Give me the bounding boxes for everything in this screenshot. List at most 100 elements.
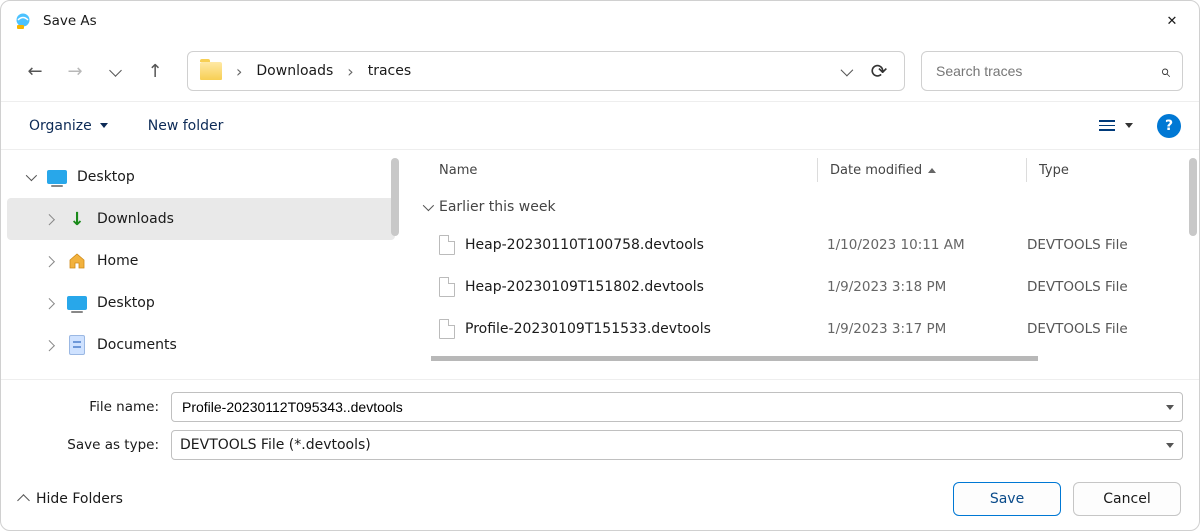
savetype-value: DEVTOOLS File (*.devtools)	[180, 437, 1160, 453]
close-button[interactable]	[1149, 1, 1195, 41]
file-name: Profile-20230109T151533.devtools	[465, 321, 827, 337]
tree-item-documents[interactable]: Documents	[7, 324, 395, 366]
file-modified: 1/9/2023 3:17 PM	[827, 321, 1027, 337]
file-row[interactable]: Profile-20230109T151533.devtools1/9/2023…	[411, 308, 1187, 350]
vertical-scrollbar[interactable]	[1189, 158, 1197, 236]
file-row[interactable]: Heap-20230109T151802.devtools1/9/2023 3:…	[411, 266, 1187, 308]
filename-label: File name:	[17, 399, 163, 415]
tree-item-label: Desktop	[77, 169, 135, 185]
savetype-combo[interactable]: DEVTOOLS File (*.devtools)	[171, 430, 1183, 460]
new-folder-button[interactable]: New folder	[138, 112, 234, 140]
title-bar: Save As	[1, 1, 1199, 41]
savetype-label: Save as type:	[17, 437, 163, 453]
tree-item-desktop[interactable]: Desktop	[7, 156, 395, 198]
file-group-header[interactable]: Earlier this week	[411, 190, 1191, 224]
new-folder-label: New folder	[148, 118, 224, 134]
header-type[interactable]: Type	[1031, 163, 1191, 178]
documents-icon	[67, 336, 87, 354]
organize-label: Organize	[29, 118, 92, 134]
cancel-button[interactable]: Cancel	[1073, 482, 1181, 516]
desktop-icon	[67, 294, 87, 312]
search-input[interactable]	[934, 62, 1160, 80]
file-type: DEVTOOLS File	[1027, 237, 1187, 253]
file-icon	[439, 277, 455, 297]
combo-caret-icon[interactable]	[1166, 405, 1174, 410]
file-icon	[439, 319, 455, 339]
up-button[interactable]	[137, 53, 173, 89]
file-row[interactable]: Heap-20230110T100758.devtools1/10/2023 1…	[411, 224, 1187, 266]
folder-tree: Desktop Downloads Home Desktop Documents	[1, 150, 401, 379]
chevron-right-icon[interactable]	[43, 299, 57, 307]
cancel-button-label: Cancel	[1103, 491, 1150, 507]
combo-caret-icon[interactable]	[1166, 443, 1174, 448]
home-icon	[67, 252, 87, 270]
organize-menu[interactable]: Organize	[19, 112, 118, 140]
tree-item-label: Home	[97, 253, 138, 269]
breadcrumb[interactable]: Downloads traces	[187, 51, 905, 91]
header-modified[interactable]: Date modified	[822, 163, 1022, 178]
tree-item-downloads[interactable]: Downloads	[7, 198, 395, 240]
file-type: DEVTOOLS File	[1027, 321, 1187, 337]
file-name: Heap-20230109T151802.devtools	[465, 279, 827, 295]
breadcrumb-separator	[337, 62, 363, 81]
hide-folders-label: Hide Folders	[36, 491, 123, 507]
header-modified-label: Date modified	[830, 163, 922, 178]
save-button[interactable]: Save	[953, 482, 1061, 516]
breadcrumb-item[interactable]: Downloads	[252, 63, 337, 79]
breadcrumb-more[interactable]	[830, 67, 860, 76]
arrow-up-icon	[147, 61, 162, 82]
search-box[interactable]	[921, 51, 1183, 91]
file-name: Heap-20230110T100758.devtools	[465, 237, 827, 253]
chevron-right-icon[interactable]	[43, 257, 57, 265]
tree-item-home[interactable]: Home	[7, 240, 395, 282]
main-area: Desktop Downloads Home Desktop Documents Nam…	[1, 149, 1199, 379]
hide-folders-toggle[interactable]: Hide Folders	[19, 491, 123, 507]
close-icon	[1167, 13, 1178, 29]
file-icon	[439, 235, 455, 255]
chevron-down-icon[interactable]	[23, 173, 37, 181]
file-type: DEVTOOLS File	[1027, 279, 1187, 295]
refresh-icon	[871, 59, 888, 83]
tree-item-label: Downloads	[97, 211, 174, 227]
recent-button[interactable]	[97, 53, 133, 89]
horizontal-scrollbar[interactable]	[431, 354, 1171, 364]
app-icon	[13, 11, 33, 31]
forward-button[interactable]	[57, 53, 93, 89]
file-pane: Name Date modified Type Earlier this wee…	[401, 150, 1199, 379]
breadcrumb-item[interactable]: traces	[364, 63, 415, 79]
header-type-label: Type	[1039, 163, 1069, 178]
toolbar: Organize New folder ?	[1, 101, 1199, 149]
view-options-button[interactable]	[1089, 114, 1143, 137]
tree-item-label: Documents	[97, 337, 177, 353]
chevron-up-icon	[17, 494, 30, 507]
chevron-down-icon	[111, 63, 120, 79]
download-icon	[67, 210, 87, 228]
file-modified: 1/10/2023 10:11 AM	[827, 237, 1027, 253]
tree-item-desktop[interactable]: Desktop	[7, 282, 395, 324]
desktop-icon	[47, 168, 67, 186]
help-button[interactable]: ?	[1157, 114, 1181, 138]
chevron-right-icon[interactable]	[43, 341, 57, 349]
back-button[interactable]	[17, 53, 53, 89]
chevron-down-icon	[423, 200, 434, 211]
header-divider	[1026, 158, 1027, 182]
save-button-label: Save	[990, 491, 1024, 507]
arrow-right-icon	[67, 61, 82, 82]
window-title: Save As	[43, 13, 1149, 29]
tree-scrollbar[interactable]	[391, 158, 399, 236]
list-view-icon	[1099, 120, 1115, 131]
refresh-button[interactable]	[860, 59, 898, 83]
header-name[interactable]: Name	[411, 163, 813, 178]
file-group-label: Earlier this week	[439, 199, 556, 215]
folder-icon	[200, 62, 222, 80]
breadcrumb-separator	[226, 62, 252, 81]
filename-combo[interactable]	[171, 392, 1183, 422]
arrow-left-icon	[27, 61, 42, 82]
header-divider	[817, 158, 818, 182]
chevron-right-icon[interactable]	[43, 215, 57, 223]
header-name-label: Name	[439, 163, 477, 178]
sort-asc-icon	[928, 168, 936, 173]
dialog-footer: Hide Folders Save Cancel	[1, 468, 1199, 530]
nav-row: Downloads traces	[1, 41, 1199, 101]
filename-input[interactable]	[180, 398, 1160, 416]
